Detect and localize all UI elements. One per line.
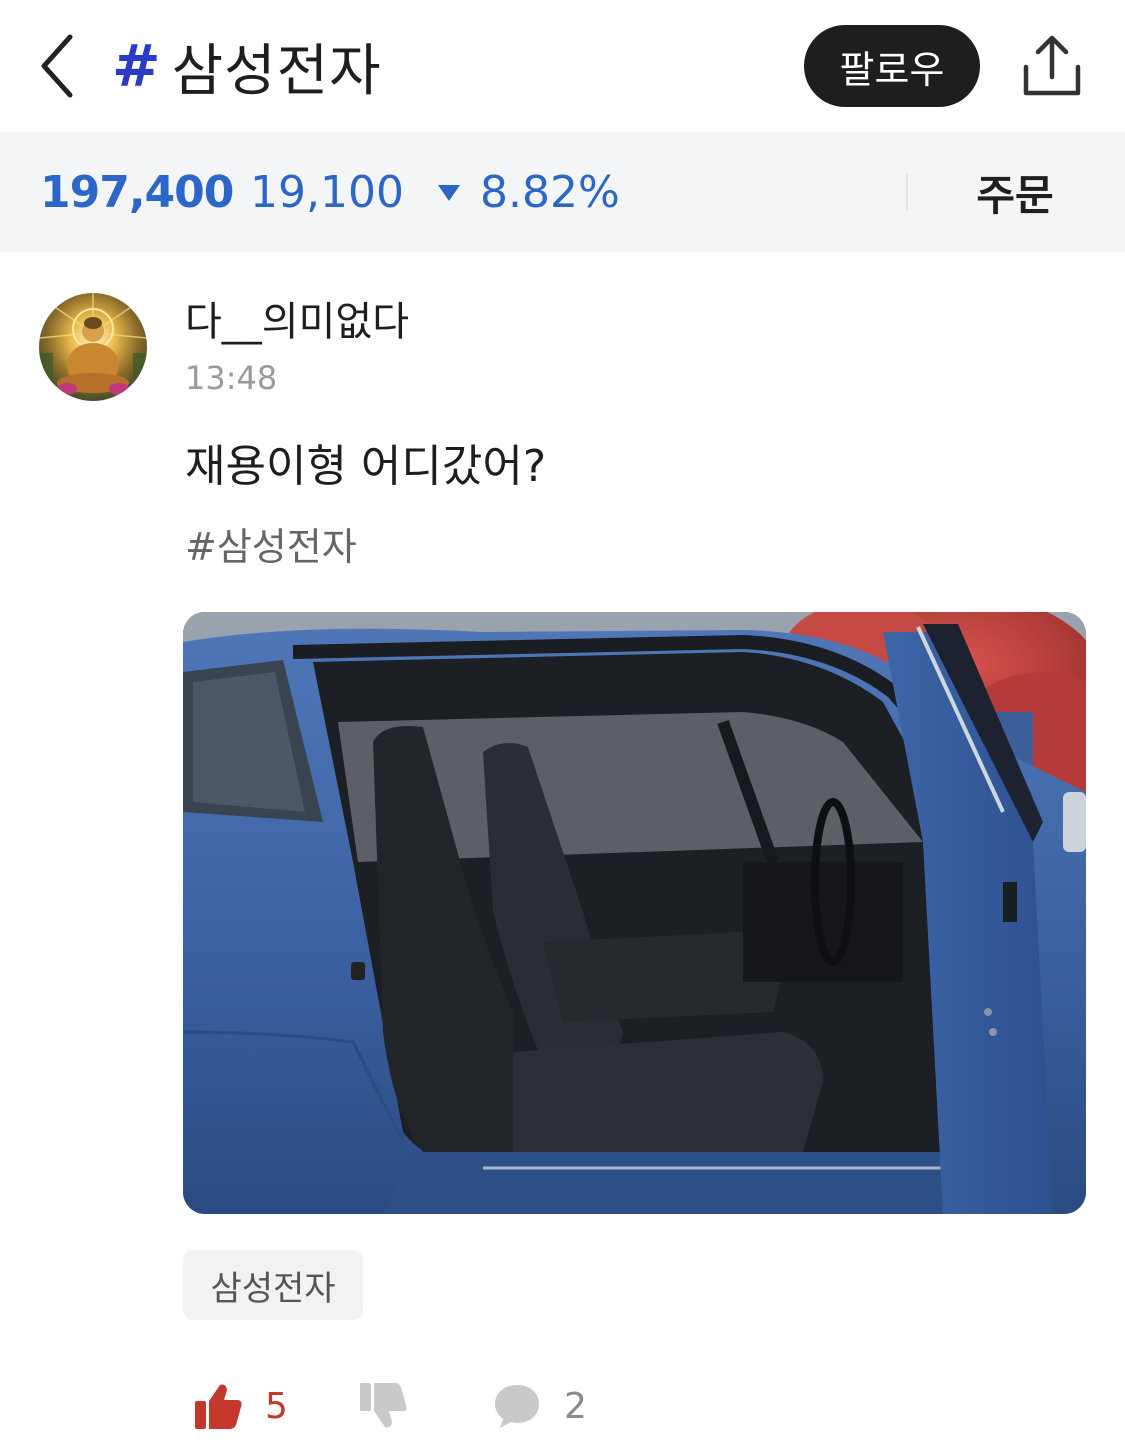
title-text: 삼성전자 xyxy=(171,38,382,104)
follow-button[interactable]: 팔로우 xyxy=(804,25,980,107)
thumbs-down-icon xyxy=(360,1383,407,1428)
order-button[interactable]: 주문 xyxy=(960,162,1070,222)
comment-count: 2 xyxy=(564,1385,587,1427)
stock-change-percent: 8.82% xyxy=(438,162,620,222)
page-title: # 삼성전자 xyxy=(112,30,382,104)
post-hashtag[interactable]: #삼성전자 xyxy=(185,518,357,569)
post-body-text: 재용이형 어디갔어? xyxy=(185,441,547,492)
stock-change-percent-value: 8.82% xyxy=(480,166,620,218)
top-navigation-bar: # 삼성전자 팔로우 xyxy=(0,0,1125,132)
down-triangle-icon xyxy=(438,185,460,201)
comment-button[interactable]: 2 xyxy=(492,1378,587,1434)
stock-change: 19,100 xyxy=(250,166,404,218)
stock-price: 197,400 xyxy=(40,166,234,218)
post-time: 13:48 xyxy=(185,359,278,397)
like-button[interactable]: 5 xyxy=(193,1378,288,1434)
back-arrow-icon xyxy=(41,34,73,98)
back-button[interactable] xyxy=(28,28,88,104)
topic-tag-chip[interactable]: 삼성전자 xyxy=(183,1250,363,1320)
dislike-button[interactable] xyxy=(358,1378,408,1434)
avatar[interactable] xyxy=(39,293,147,401)
share-button[interactable] xyxy=(1014,28,1090,104)
comment-icon xyxy=(495,1385,539,1428)
avatar-image xyxy=(39,293,147,401)
like-count: 5 xyxy=(265,1385,288,1427)
title-hash: # xyxy=(112,32,162,100)
share-icon xyxy=(1023,35,1081,96)
car-photo xyxy=(183,612,1086,1214)
post-image[interactable] xyxy=(183,612,1086,1214)
stock-price-bar[interactable]: 197,400 19,100 8.82% 주문 xyxy=(0,132,1125,252)
thumbs-up-icon xyxy=(195,1384,242,1429)
divider xyxy=(906,174,908,210)
author-name[interactable]: 다__의미없다 xyxy=(185,292,409,345)
